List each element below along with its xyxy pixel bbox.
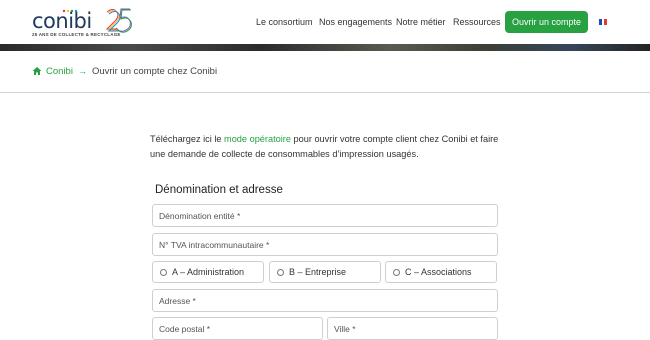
intro-text: Téléchargez ici le mode opératoire pour …	[150, 132, 500, 162]
hero-banner-strip	[0, 44, 650, 51]
breadcrumb-home-link[interactable]: Conibi	[46, 66, 73, 77]
conibi-logo-mark: conibi	[32, 8, 132, 33]
breadcrumb-current: Ouvrir un compte chez Conibi	[91, 65, 218, 77]
flag-fr-icon[interactable]	[599, 19, 608, 25]
home-icon[interactable]	[32, 66, 42, 76]
denomination-input[interactable]: Dénomination entité *	[152, 204, 498, 227]
nav-nos-engagements[interactable]: Nos engagements	[319, 17, 392, 27]
adresse-input[interactable]: Adresse *	[152, 289, 498, 312]
nav-ressources[interactable]: Ressources	[453, 17, 501, 27]
radio-entreprise[interactable]: B – Entreprise	[269, 261, 381, 283]
code-postal-input[interactable]: Code postal *	[152, 317, 323, 340]
svg-text:conibi: conibi	[32, 9, 92, 33]
radio-button-icon[interactable]	[393, 268, 400, 276]
breadcrumb-separator: →	[77, 66, 87, 76]
nav-le-consortium[interactable]: Le consortium	[256, 17, 313, 27]
radio-administration[interactable]: A – Administration	[152, 261, 264, 283]
section-title: Dénomination et adresse	[155, 184, 283, 196]
logo-tagline: 25 ANS DE COLLECTE & RECYCLAGE	[32, 32, 121, 37]
tva-input[interactable]: N° TVA intracommunautaire *	[152, 233, 498, 256]
site-header: conibi 25 ANS DE COLLECTE & RECYCLAGE Le…	[0, 0, 650, 44]
ville-input[interactable]: Ville *	[327, 317, 498, 340]
mode-operatoire-link[interactable]: mode opératoire	[224, 134, 291, 144]
intro-text-start: Téléchargez ici le	[150, 134, 225, 144]
radio-associations[interactable]: C – Associations	[385, 261, 497, 283]
section-divider	[0, 92, 650, 93]
radio-button-icon[interactable]	[160, 268, 167, 276]
radio-label: C – Associations	[405, 267, 472, 277]
breadcrumb: Conibi → Ouvrir un compte chez Conibi	[32, 65, 217, 77]
nav-notre-metier[interactable]: Notre métier	[396, 17, 446, 27]
open-account-button[interactable]: Ouvrir un compte	[505, 11, 588, 33]
radio-label: B – Entreprise	[289, 267, 347, 277]
radio-label: A – Administration	[172, 267, 245, 277]
radio-button-icon[interactable]	[277, 268, 284, 276]
